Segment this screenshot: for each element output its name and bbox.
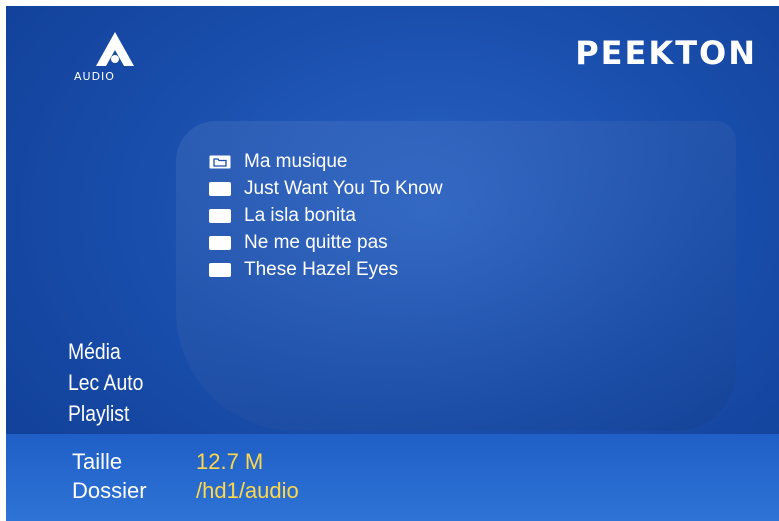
folder-label: Dossier	[72, 478, 147, 503]
folder-path: /hd1/audio	[196, 478, 299, 503]
size-row: Taille 12.7 M	[72, 449, 263, 475]
file-list: Ma musique Just Want You To Know La isla…	[209, 148, 443, 283]
file-icon	[209, 235, 231, 250]
file-icon	[209, 262, 231, 277]
menu-item-media[interactable]: Média	[68, 336, 143, 367]
file-icon	[209, 208, 231, 223]
folder-item-label: Ma musique	[244, 150, 348, 172]
size-value: 12.7 M	[196, 449, 264, 474]
file-item-label: La isla bonita	[244, 204, 356, 226]
file-item-label: Just Want You To Know	[244, 177, 443, 199]
folder-item[interactable]: Ma musique	[209, 148, 443, 175]
file-item-label: These Hazel Eyes	[244, 258, 399, 280]
menu-item-playlist[interactable]: Playlist	[68, 398, 143, 429]
folder-row: Dossier/hd1/audio	[72, 478, 299, 504]
side-menu: Média Lec Auto Playlist	[68, 336, 154, 429]
size-label: Taille	[72, 449, 123, 474]
brand-name: PEEKTON	[575, 34, 757, 72]
file-item-label: Ne me quitte pas	[244, 231, 388, 253]
file-item[interactable]: These Hazel Eyes	[209, 256, 443, 283]
menu-item-auto-play[interactable]: Lec Auto	[68, 367, 143, 398]
file-item[interactable]: La isla bonita	[209, 202, 443, 229]
file-item[interactable]: Ne me quitte pas	[209, 229, 443, 256]
file-item[interactable]: Just Want You To Know	[209, 175, 443, 202]
media-screen: AUDIO PEEKTON Ma musique Just Want You T…	[6, 6, 779, 521]
file-icon	[209, 181, 231, 196]
folder-icon	[209, 155, 231, 168]
logo-text: AUDIO	[74, 70, 115, 83]
